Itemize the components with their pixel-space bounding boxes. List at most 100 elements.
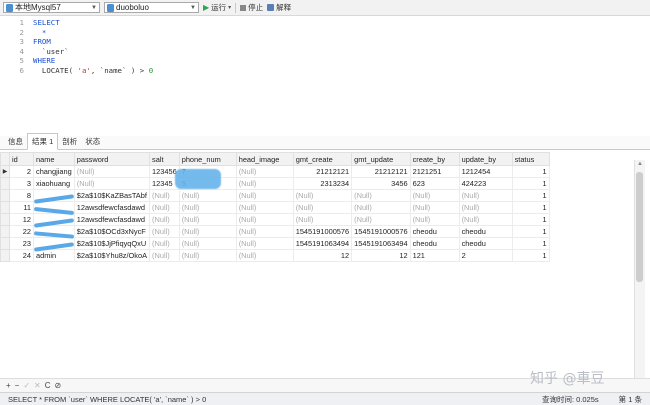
cell-update-by[interactable]: 2	[458, 249, 513, 262]
column-header-update-by[interactable]: update_by	[458, 152, 513, 166]
row-selector[interactable]	[0, 237, 10, 250]
cell-id[interactable]: 2	[9, 165, 34, 178]
row-selector[interactable]	[0, 177, 10, 190]
cell-gmt-create[interactable]: 2313234	[292, 177, 353, 190]
column-header-phone-num[interactable]: phone_num	[178, 152, 237, 166]
cell-salt[interactable]: (Null)	[149, 213, 180, 226]
cell-password[interactable]: $2a$10$JjPfiqyqQxU	[73, 237, 151, 250]
cell-salt[interactable]: (Null)	[149, 225, 180, 238]
cell-name[interactable]: admin	[33, 249, 75, 262]
cell-head-image[interactable]: (Null)	[235, 213, 294, 226]
column-header-create-by[interactable]: create_by	[409, 152, 460, 166]
scrollbar-thumb[interactable]	[636, 172, 643, 282]
cell-id[interactable]: 12	[9, 213, 34, 226]
cell-gmt-update[interactable]: 1545191063494	[351, 237, 411, 250]
cell-gmt-update[interactable]: 3456	[351, 177, 411, 190]
cell-name[interactable]: xiaohuang	[33, 177, 75, 190]
cell-name[interactable]: changjiang	[33, 165, 75, 178]
delete-record-icon[interactable]: −	[15, 381, 20, 390]
cell-gmt-update[interactable]: 1545191000576	[351, 225, 411, 238]
cell-status[interactable]: 1	[511, 225, 550, 238]
cell-gmt-create[interactable]: 1545191063494	[292, 237, 353, 250]
cell-update-by[interactable]: cheodu	[458, 237, 513, 250]
cell-password[interactable]: $2a$10$KaZBasTAbf	[73, 189, 151, 202]
cell-password[interactable]: 12awsdfewcfasdawd	[73, 201, 151, 214]
cell-salt[interactable]: (Null)	[149, 201, 180, 214]
cell-gmt-create[interactable]: (Null)	[292, 189, 353, 202]
cell-gmt-update[interactable]: (Null)	[351, 201, 411, 214]
cancel-icon[interactable]: ✕	[34, 381, 41, 390]
cell-gmt-update[interactable]: 12	[351, 249, 411, 262]
row-selector[interactable]	[0, 249, 10, 262]
refresh-icon[interactable]: C	[45, 381, 51, 390]
cell-status[interactable]: 1	[511, 201, 550, 214]
table-row[interactable]: 11 12awsdfewcfasdawd (Null) (Null) (Null) (Nu…	[0, 201, 550, 214]
cell-gmt-create[interactable]: (Null)	[292, 201, 353, 214]
apply-icon[interactable]: ✓	[23, 381, 30, 390]
cell-head-image[interactable]: (Null)	[235, 225, 294, 238]
cell-status[interactable]: 1	[511, 177, 550, 190]
row-selector[interactable]: ▶	[0, 165, 10, 178]
cell-status[interactable]: 1	[511, 189, 550, 202]
cell-create-by[interactable]: cheodu	[409, 225, 460, 238]
cell-status[interactable]: 1	[511, 213, 550, 226]
column-header-gmt-update[interactable]: gmt_update	[351, 152, 411, 166]
column-header-status[interactable]: status	[511, 152, 550, 166]
cell-head-image[interactable]: (Null)	[235, 165, 294, 178]
cell-update-by[interactable]: (Null)	[458, 189, 513, 202]
cell-create-by[interactable]: (Null)	[409, 213, 460, 226]
cell-password[interactable]: $2a$10$OCd3xNycF	[73, 225, 151, 238]
cell-update-by[interactable]: (Null)	[458, 201, 513, 214]
table-row[interactable]: 22 $2a$10$OCd3xNycF (Null) (Null) (Null) 1545…	[0, 225, 550, 238]
cell-head-image[interactable]: (Null)	[235, 177, 294, 190]
cell-status[interactable]: 1	[511, 249, 550, 262]
database-select[interactable]: duoboluo ▼	[104, 2, 199, 13]
cell-phone-num[interactable]: (Null)	[178, 189, 237, 202]
cell-status[interactable]: 1	[511, 237, 550, 250]
table-row[interactable]: 3xiaohuang(Null)123455(Null)231323434566…	[0, 177, 550, 190]
cell-password[interactable]: (Null)	[73, 165, 151, 178]
row-selector[interactable]	[0, 213, 10, 226]
cell-password[interactable]: 12awsdfewcfasdawd	[73, 213, 151, 226]
table-row[interactable]: 8 $2a$10$KaZBasTAbf (Null) (Null) (Null) (Nul…	[0, 189, 550, 202]
row-selector[interactable]	[0, 201, 10, 214]
column-header-salt[interactable]: salt	[149, 152, 180, 166]
cell-status[interactable]: 1	[511, 165, 550, 178]
cell-phone-num[interactable]: (Null)	[178, 213, 237, 226]
table-row[interactable]: 23 $2a$10$JjPfiqyqQxU (Null) (Null) (Null) 15…	[0, 237, 550, 250]
explain-button[interactable]: 解释	[267, 2, 291, 13]
scroll-up-icon[interactable]: ▲	[637, 161, 643, 167]
tab-3[interactable]: 状态	[81, 134, 104, 149]
cell-salt[interactable]: (Null)	[149, 237, 180, 250]
cell-head-image[interactable]: (Null)	[235, 201, 294, 214]
cell-update-by[interactable]: 424223	[458, 177, 513, 190]
table-row[interactable]: 24 admin $2a$10$Yhu8z/OkoA (Null) (Null) (Nul…	[0, 249, 550, 262]
run-button[interactable]: ▶ 运行 ▾	[203, 2, 231, 13]
row-selector[interactable]	[0, 189, 10, 202]
cell-gmt-create[interactable]: 12	[292, 249, 353, 262]
tab-0[interactable]: 信息	[4, 134, 27, 149]
cell-id[interactable]: 24	[9, 249, 34, 262]
cell-create-by[interactable]: (Null)	[409, 189, 460, 202]
cell-head-image[interactable]: (Null)	[235, 249, 294, 262]
stop-button[interactable]: 停止	[240, 2, 263, 13]
cell-phone-num[interactable]: (Null)	[178, 201, 237, 214]
vertical-scrollbar[interactable]: ▲	[634, 160, 645, 378]
cell-id[interactable]: 23	[9, 237, 34, 250]
column-header-gmt-create[interactable]: gmt_create	[292, 152, 353, 166]
stop-icon[interactable]: ⊘	[55, 381, 62, 390]
cell-gmt-update[interactable]: (Null)	[351, 189, 411, 202]
cell-password[interactable]: (Null)	[73, 177, 151, 190]
cell-salt[interactable]: (Null)	[149, 189, 180, 202]
add-record-icon[interactable]: +	[6, 381, 11, 390]
cell-create-by[interactable]: 623	[409, 177, 460, 190]
cell-gmt-update[interactable]: (Null)	[351, 213, 411, 226]
table-row[interactable]: 12 12awsdfewcfasdawd (Null) (Null) (Null) (Nu…	[0, 213, 550, 226]
column-header-name[interactable]: name	[33, 152, 75, 166]
cell-head-image[interactable]: (Null)	[235, 237, 294, 250]
cell-salt[interactable]: (Null)	[149, 249, 180, 262]
cell-create-by[interactable]: (Null)	[409, 201, 460, 214]
cell-id[interactable]: 22	[9, 225, 34, 238]
cell-update-by[interactable]: cheodu	[458, 225, 513, 238]
table-row[interactable]: ▶2changjiang(Null)1234567(Null)212121212…	[0, 165, 550, 178]
